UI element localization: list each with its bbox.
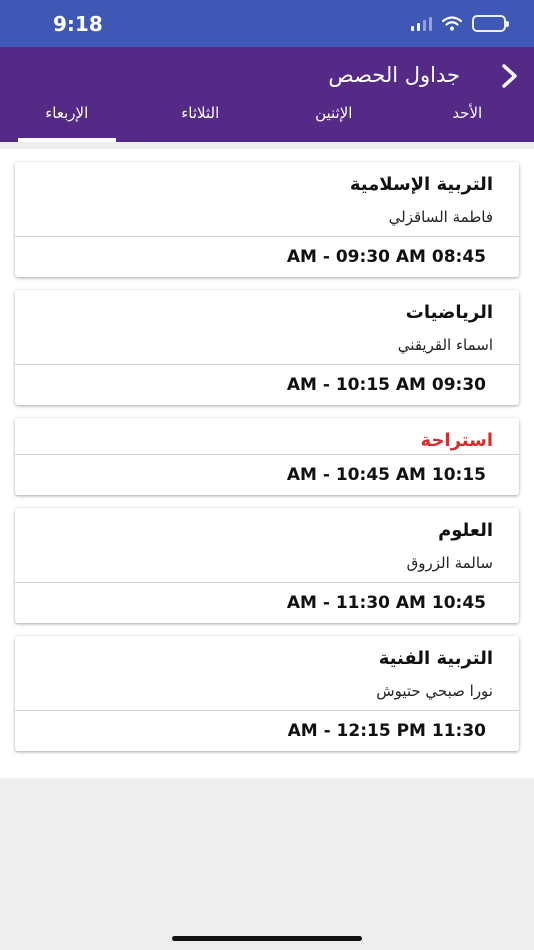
teacher-name: نورا صبحي حتيوش	[376, 682, 493, 700]
tab-sunday[interactable]: الأحد	[401, 96, 534, 142]
period-card[interactable]: التربية الفنية نورا صبحي حتيوش AM - 12:1…	[15, 636, 519, 751]
break-card[interactable]: استراحة AM - 10:45 AM 10:15	[15, 418, 519, 495]
app-bar: جداول الحصص الأحد الإثنين الثلاثاء الإرب…	[0, 47, 534, 142]
period-card[interactable]: العلوم سالمة الزروق AM - 11:30 AM 10:45	[15, 508, 519, 623]
day-tabs: الأحد الإثنين الثلاثاء الإربعاء	[0, 96, 534, 142]
period-info: العلوم سالمة الزروق	[15, 508, 519, 582]
period-card[interactable]: الرياضيات اسماء القريقني AM - 10:15 AM 0…	[15, 290, 519, 405]
period-card[interactable]: التربية الإسلامية فاطمة الساقزلي AM - 09…	[15, 162, 519, 277]
period-info: التربية الإسلامية فاطمة الساقزلي	[15, 162, 519, 236]
home-indicator[interactable]	[172, 936, 362, 941]
subject-name: التربية الإسلامية	[349, 174, 493, 195]
period-list: التربية الإسلامية فاطمة الساقزلي AM - 09…	[15, 162, 519, 764]
status-time: 9:18	[53, 12, 103, 36]
subject-name: العلوم	[438, 520, 493, 541]
schedule-content: التربية الإسلامية فاطمة الساقزلي AM - 09…	[0, 142, 534, 778]
teacher-name: اسماء القريقني	[397, 336, 493, 354]
period-time: AM - 12:15 PM 11:30	[287, 721, 486, 741]
period-time: AM - 09:30 AM 08:45	[286, 247, 486, 267]
period-info: التربية الفنية نورا صبحي حتيوش	[15, 636, 519, 710]
wifi-icon	[442, 16, 462, 31]
teacher-name: فاطمة الساقزلي	[388, 208, 493, 226]
signal-icon	[411, 16, 432, 31]
page-title: جداول الحصص	[328, 63, 460, 87]
tab-tuesday[interactable]: الثلاثاء	[134, 96, 268, 142]
battery-icon	[472, 15, 509, 32]
status-bar: 9:18	[0, 0, 534, 47]
subject-name: التربية الفنية	[378, 648, 493, 669]
teacher-name: سالمة الزروق	[406, 554, 493, 572]
status-icons	[411, 15, 509, 32]
chevron-right-icon	[502, 64, 517, 88]
back-button[interactable]	[494, 60, 526, 92]
period-info: استراحة	[15, 418, 519, 454]
period-time: AM - 10:15 AM 09:30	[286, 375, 486, 395]
tab-wednesday[interactable]: الإربعاء	[0, 96, 134, 142]
period-time: AM - 11:30 AM 10:45	[286, 593, 486, 613]
period-time: AM - 10:45 AM 10:15	[286, 465, 486, 485]
subject-name: الرياضيات	[405, 302, 493, 323]
period-info: الرياضيات اسماء القريقني	[15, 290, 519, 364]
tab-monday[interactable]: الإثنين	[267, 96, 401, 142]
